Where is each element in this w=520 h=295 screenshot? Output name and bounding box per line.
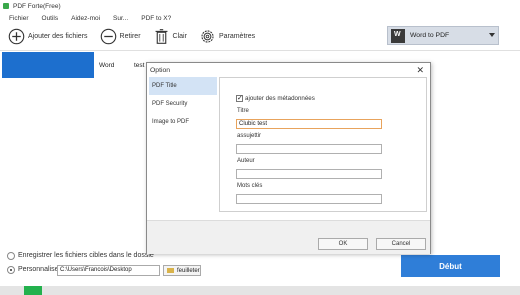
add-metadata-label: ajouter des métadonnées (245, 95, 315, 102)
author-field-label: Auteur (237, 158, 255, 164)
clear-label: Clair (172, 32, 187, 40)
close-icon[interactable]: ✕ (416, 65, 424, 76)
settings-button[interactable]: Paramètres (199, 28, 255, 45)
menu-tools[interactable]: Outils (42, 15, 59, 22)
add-files-button[interactable]: Ajouter des fichiers (8, 28, 88, 45)
selected-row-highlight[interactable] (2, 52, 94, 78)
dialog-title: Option (150, 67, 171, 74)
menu-file[interactable]: Fichier (9, 15, 29, 22)
word-document-icon (391, 28, 405, 43)
sidebar-item-pdf-security[interactable]: PDF Security (149, 95, 217, 113)
same-folder-radio[interactable] (7, 252, 15, 260)
pdf-title-panel: ajouter des métadonnées Titre Clubic tes… (219, 77, 427, 212)
folder-icon (167, 268, 174, 273)
minus-circle-icon (100, 28, 116, 44)
menu-about[interactable]: Sur... (113, 15, 128, 22)
browse-label: feuilleter (177, 267, 200, 274)
conversion-type-value: Word to PDF (410, 32, 450, 39)
custom-folder-radio[interactable] (7, 266, 15, 274)
conversion-type-dropdown[interactable]: Word to PDF (387, 26, 499, 45)
menu-help[interactable]: Aidez-moi (71, 15, 100, 22)
option-dialog: Option ✕ PDF Title PDF Security Image to… (146, 62, 431, 254)
sidebar-item-pdf-title[interactable]: PDF Title (149, 77, 217, 95)
menu-pdf-to-x[interactable]: PDF to X? (141, 15, 171, 22)
app-logo-icon (3, 3, 9, 9)
clear-button[interactable]: Clair (153, 28, 187, 45)
gear-icon (201, 29, 214, 43)
chevron-down-icon (489, 33, 495, 37)
same-folder-label: Enregistrer les fichiers cibles dans le … (18, 252, 154, 259)
output-path-input[interactable]: C:\Users\Francois\Desktop (57, 265, 160, 276)
progress-bar (0, 286, 520, 295)
add-files-label: Ajouter des fichiers (28, 32, 88, 40)
app-window: PDF Forte(Free) Fichier Outils Aidez-moi… (0, 0, 520, 295)
add-metadata-checkbox[interactable] (236, 94, 243, 102)
progress-fill (24, 286, 42, 295)
output-settings: Enregistrer les fichiers cibles dans le … (0, 248, 520, 295)
start-button[interactable]: Début (401, 255, 500, 277)
subject-field-label: assujettir (237, 133, 262, 139)
dialog-footer: OK Cancel (147, 220, 430, 254)
author-field[interactable] (236, 169, 382, 179)
cancel-button[interactable]: Cancel (376, 238, 426, 250)
remove-button[interactable]: Retirer (100, 28, 141, 45)
plus-circle-icon (8, 28, 25, 44)
sidebar-item-image-to-pdf[interactable]: Image to PDF (149, 113, 217, 131)
window-title: PDF Forte(Free) (13, 2, 61, 10)
remove-label: Retirer (119, 32, 141, 40)
title-field-label: Titre (237, 108, 249, 114)
title-bar: PDF Forte(Free) (0, 0, 520, 12)
ok-button[interactable]: OK (318, 238, 368, 250)
subject-field[interactable] (236, 144, 382, 154)
browse-button[interactable]: feuilleter (163, 265, 201, 276)
settings-label: Paramètres (218, 32, 256, 40)
dialog-sidebar: PDF Title PDF Security Image to PDF (149, 77, 217, 211)
menu-bar: Fichier Outils Aidez-moi Sur... PDF to X… (0, 12, 520, 24)
title-field[interactable]: Clubic test (236, 119, 382, 129)
keywords-field[interactable] (236, 194, 382, 204)
trash-icon (155, 28, 167, 44)
file-name-cell: test (134, 62, 145, 69)
keywords-field-label: Mots clés (237, 183, 263, 189)
file-type-cell: Word (99, 62, 115, 69)
